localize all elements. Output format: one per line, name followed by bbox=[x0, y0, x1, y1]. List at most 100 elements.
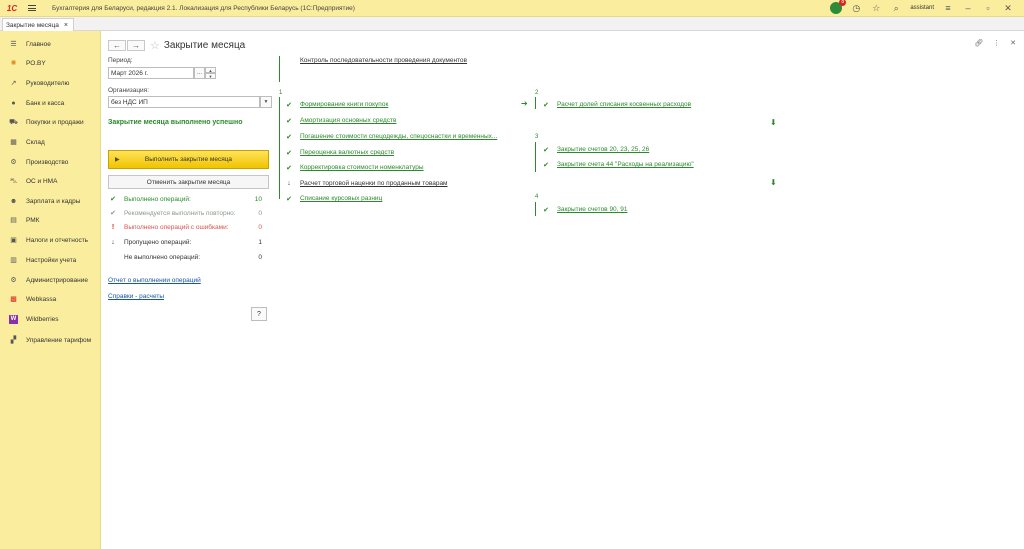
webkassa-icon: ▩ bbox=[10, 296, 17, 303]
sidebar-item-taxes[interactable]: ▣ Налоги и отчетность bbox=[0, 231, 101, 249]
gear-icon: ⚙ bbox=[10, 277, 17, 284]
user-name[interactable]: assistant bbox=[910, 5, 934, 11]
sidebar-item-tariff[interactable]: ▞ Управление тарифом bbox=[0, 331, 101, 349]
more-icon[interactable]: ⋮ bbox=[993, 39, 1000, 47]
sidebar-item-wildberries[interactable]: W Wildberries bbox=[0, 310, 101, 328]
step-close-20-26[interactable]: ✔ Закрытие счетов 20, 23, 25, 26 bbox=[541, 144, 649, 155]
sidebar-item-label: РО.BY bbox=[26, 59, 46, 67]
forward-button[interactable]: → bbox=[127, 39, 145, 51]
chart-icon: ↗ bbox=[10, 80, 17, 87]
car-icon: ⛍ bbox=[9, 177, 18, 185]
step-exchange-diff[interactable]: ✔ Списание курсовых разниц bbox=[284, 193, 382, 204]
step-label: Погашение стоимости спецодежды, спецосна… bbox=[300, 133, 498, 140]
stat-value: 0 bbox=[258, 209, 262, 217]
step-close-44[interactable]: ✔ Закрытие счета 44 "Расходы на реализаци… bbox=[541, 159, 694, 170]
notification-badge: 8 bbox=[839, 0, 847, 6]
cashdesk-icon: ▤ bbox=[10, 217, 17, 224]
step-label: Формирование книги покупок bbox=[300, 101, 389, 108]
sidebar-item-payroll[interactable]: ☻ Зарплата и кадры bbox=[0, 192, 101, 210]
run-month-close-button[interactable]: ▶ Выполнить закрытие месяца bbox=[108, 150, 269, 169]
page-title: Закрытие месяца bbox=[163, 39, 246, 51]
main-menu-icon[interactable] bbox=[28, 5, 44, 11]
column-line bbox=[535, 202, 536, 216]
organization-input[interactable]: без НДС ИП bbox=[108, 96, 260, 108]
sidebar-item-rmk[interactable]: ▤ РМК bbox=[0, 211, 101, 229]
report-link[interactable]: Отчет о выполнении операций bbox=[108, 277, 201, 284]
back-button[interactable]: ← bbox=[108, 39, 126, 51]
close-tab-icon[interactable]: × bbox=[64, 22, 68, 29]
tab-month-close[interactable]: Закрытие месяца × bbox=[2, 18, 74, 31]
sidebar-item-admin[interactable]: ⚙ Администрирование bbox=[0, 271, 101, 289]
check-icon: ✔ bbox=[286, 149, 292, 157]
step-purchase-book[interactable]: ✔ Формирование книги покупок bbox=[284, 99, 388, 110]
sidebar-item-accounting-settings[interactable]: ▥ Настройки учета bbox=[0, 251, 101, 269]
step-label: Переоценка валютных средств bbox=[300, 149, 395, 156]
close-form-icon[interactable]: ✕ bbox=[1010, 39, 1016, 47]
sidebar-item-bank[interactable]: ● Банк и касса bbox=[0, 94, 101, 112]
sidebar-item-label: РМК bbox=[26, 216, 40, 224]
step-close-90-91[interactable]: ✔ Закрытие счетов 90, 91 bbox=[541, 204, 628, 215]
sidebar-item-label: Производство bbox=[26, 158, 69, 166]
column-line bbox=[535, 97, 536, 109]
step-indirect-share[interactable]: ✔ Расчет долей списания косвенных расходо… bbox=[541, 99, 691, 110]
step-currency-revaluation[interactable]: ✔ Переоценка валютных средств bbox=[284, 147, 394, 158]
cancel-month-close-button[interactable]: Отменить закрытие месяца bbox=[108, 175, 269, 189]
menu-icon: ☰ bbox=[10, 41, 17, 48]
check-icon: ✔ bbox=[286, 164, 292, 172]
stat-label: Не выполнено операций: bbox=[124, 253, 201, 261]
settings-menu-icon[interactable]: ≡ bbox=[942, 3, 954, 13]
sidebar-item-warehouse[interactable]: ▦ Склад bbox=[0, 133, 101, 151]
stat-value: 1 bbox=[258, 238, 262, 246]
favorites-icon[interactable]: ☆ bbox=[870, 3, 882, 14]
organization-dropdown-icon[interactable]: ▼ bbox=[260, 96, 272, 108]
check-icon: ✔ bbox=[286, 133, 292, 141]
check-icon: ✔ bbox=[543, 206, 549, 214]
sidebar-item-label: Webkassa bbox=[26, 295, 57, 303]
period-down-icon[interactable]: ▼ bbox=[205, 73, 216, 79]
stat-label: Пропущено операций: bbox=[124, 238, 192, 246]
stat-value: 10 bbox=[254, 195, 262, 203]
restore-icon[interactable]: ▫ bbox=[982, 3, 994, 13]
help-button[interactable]: ? bbox=[251, 307, 267, 321]
sidebar-item-main[interactable]: ☰ Главное bbox=[0, 35, 101, 53]
period-input[interactable]: Март 2026 г. bbox=[108, 67, 194, 79]
minimize-icon[interactable]: – bbox=[962, 3, 974, 13]
stat-not-done: Не выполнено операций: 0 bbox=[108, 251, 262, 263]
settings-doc-icon: ▥ bbox=[10, 257, 17, 264]
sidebar-item-label: Управление тарифом bbox=[26, 336, 92, 344]
separator-line bbox=[279, 56, 280, 82]
sidebar-item-manager[interactable]: ↗ Руководителю bbox=[0, 74, 101, 92]
cart-icon: ⛟ bbox=[9, 118, 18, 126]
history-icon[interactable]: ◷ bbox=[850, 3, 862, 14]
column-number: 3 bbox=[535, 134, 539, 140]
step-label: Закрытие счетов 20, 23, 25, 26 bbox=[557, 146, 650, 153]
help-calc-link[interactable]: Справки - расчеты bbox=[108, 293, 164, 300]
step-trade-markup[interactable]: ↓ Расчет торговой наценки по проданным то… bbox=[284, 178, 447, 189]
step-workwear[interactable]: ✔ Погашение стоимости спецодежды, спецосн… bbox=[284, 131, 497, 142]
sidebar-item-label: Wildberries bbox=[26, 315, 59, 323]
sidebar-item-label: Банк и касса bbox=[26, 99, 65, 107]
sidebar-item-production[interactable]: ⚙ Производство bbox=[0, 153, 101, 171]
search-icon[interactable]: ⌕ bbox=[890, 3, 902, 14]
stat-done: ✔ Выполнено операций: 10 bbox=[108, 193, 262, 205]
sidebar-item-roby[interactable]: ✺ РО.BY bbox=[0, 54, 101, 72]
period-select-button[interactable]: ... bbox=[194, 67, 205, 79]
close-window-icon[interactable]: ✕ bbox=[1002, 3, 1014, 14]
step-depreciation[interactable]: ✔ Амортизация основных средств bbox=[284, 115, 396, 126]
notifications-icon[interactable]: 8 bbox=[830, 0, 847, 14]
step-label: Расчет долей списания косвенных расходов bbox=[557, 101, 692, 108]
step-item-cost[interactable]: ✔ Корректировка стоимости номенклатуры bbox=[284, 162, 424, 173]
people-icon: ☻ bbox=[9, 197, 18, 205]
favorite-star-icon[interactable]: ☆ bbox=[150, 39, 160, 52]
stat-label: Рекомендуется выполнить повторно: bbox=[124, 209, 236, 217]
sidebar-item-webkassa[interactable]: ▩ Webkassa bbox=[0, 290, 101, 308]
check-icon: ✔ bbox=[110, 196, 116, 203]
control-docs-link[interactable]: Контроль последовательности проведения д… bbox=[300, 57, 467, 64]
app-title: Бухгалтерия для Беларуси, редакция 2.1. … bbox=[52, 4, 355, 12]
sidebar-item-sales[interactable]: ⛟ Покупки и продажи bbox=[0, 113, 101, 131]
coin-icon: ● bbox=[11, 99, 16, 107]
status-message: Закрытие месяца выполнено успешно bbox=[108, 119, 243, 126]
step-label: Закрытие счетов 90, 91 bbox=[557, 206, 628, 213]
link-icon[interactable]: 🔗︎ bbox=[974, 39, 983, 47]
sidebar-item-assets[interactable]: ⛍ ОС и НМА bbox=[0, 172, 101, 190]
